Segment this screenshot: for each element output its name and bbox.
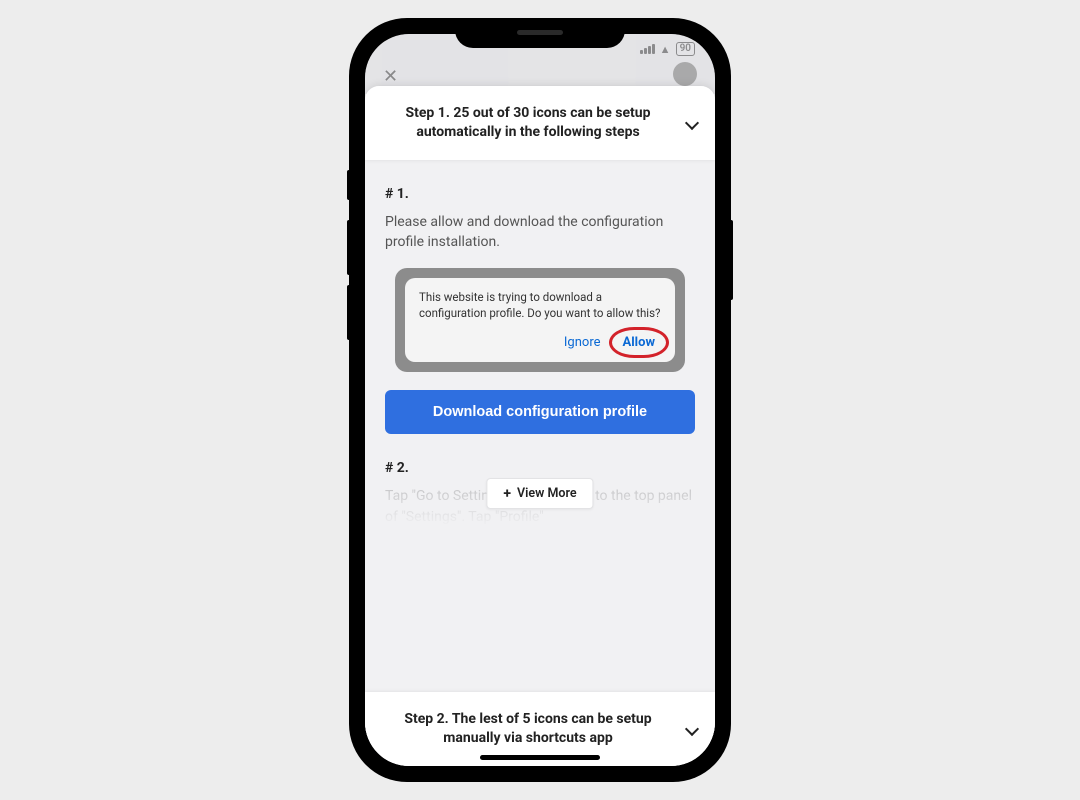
battery-indicator: 90 xyxy=(676,42,695,56)
mute-switch xyxy=(347,170,351,200)
example-dialog-actions: Ignore Allow xyxy=(419,333,661,352)
bottom-sheet: Step 1. 25 out of 30 icons can be setup … xyxy=(365,86,715,766)
highlight-circle xyxy=(609,327,670,358)
step1-header[interactable]: Step 1. 25 out of 30 icons can be setup … xyxy=(365,86,715,160)
download-profile-label: Download configuration profile xyxy=(433,404,647,420)
close-icon[interactable]: ✕ xyxy=(383,66,398,87)
download-profile-button[interactable]: Download configuration profile xyxy=(385,390,695,434)
status-bar: ▲ 90 xyxy=(640,42,695,56)
step1-header-label: Step 1. 25 out of 30 icons can be setup … xyxy=(406,105,651,140)
step1-body: # 1. Please allow and download the confi… xyxy=(365,160,715,527)
example-dialog: This website is trying to download a con… xyxy=(395,268,685,372)
screen: ✕ ▲ 90 Step 1. 25 out of 30 icons can be… xyxy=(365,34,715,766)
volume-down-button xyxy=(347,285,351,340)
phone-frame: ✕ ▲ 90 Step 1. 25 out of 30 icons can be… xyxy=(351,20,729,780)
home-indicator[interactable] xyxy=(480,755,600,760)
chevron-down-icon xyxy=(685,722,699,736)
notch xyxy=(455,20,625,48)
example-allow-button: Allow xyxy=(617,333,662,352)
speaker-grille xyxy=(517,30,563,35)
item2-number: # 2. xyxy=(385,460,695,476)
view-more-button[interactable]: + View More xyxy=(486,478,593,509)
step2-header-label: Step 2. The lest of 5 icons can be setup… xyxy=(404,711,651,746)
item1-text: Please allow and download the configurat… xyxy=(385,212,695,253)
plus-icon: + xyxy=(503,487,511,501)
item1-number: # 1. xyxy=(385,186,695,202)
avatar[interactable] xyxy=(673,62,697,86)
example-ignore-button: Ignore xyxy=(564,335,601,350)
view-more-label: View More xyxy=(517,486,577,501)
stage: ✕ ▲ 90 Step 1. 25 out of 30 icons can be… xyxy=(0,0,1080,800)
power-button xyxy=(729,220,733,300)
wifi-icon: ▲ xyxy=(660,43,671,56)
chevron-down-icon xyxy=(685,116,699,130)
battery-level: 90 xyxy=(676,42,695,56)
cellular-signal-icon xyxy=(640,44,655,54)
item2-section: # 2. Tap "Go to Settings" and navigate t… xyxy=(385,460,695,527)
volume-up-button xyxy=(347,220,351,275)
example-dialog-text: This website is trying to download a con… xyxy=(419,290,661,321)
example-dialog-inner: This website is trying to download a con… xyxy=(405,278,675,362)
